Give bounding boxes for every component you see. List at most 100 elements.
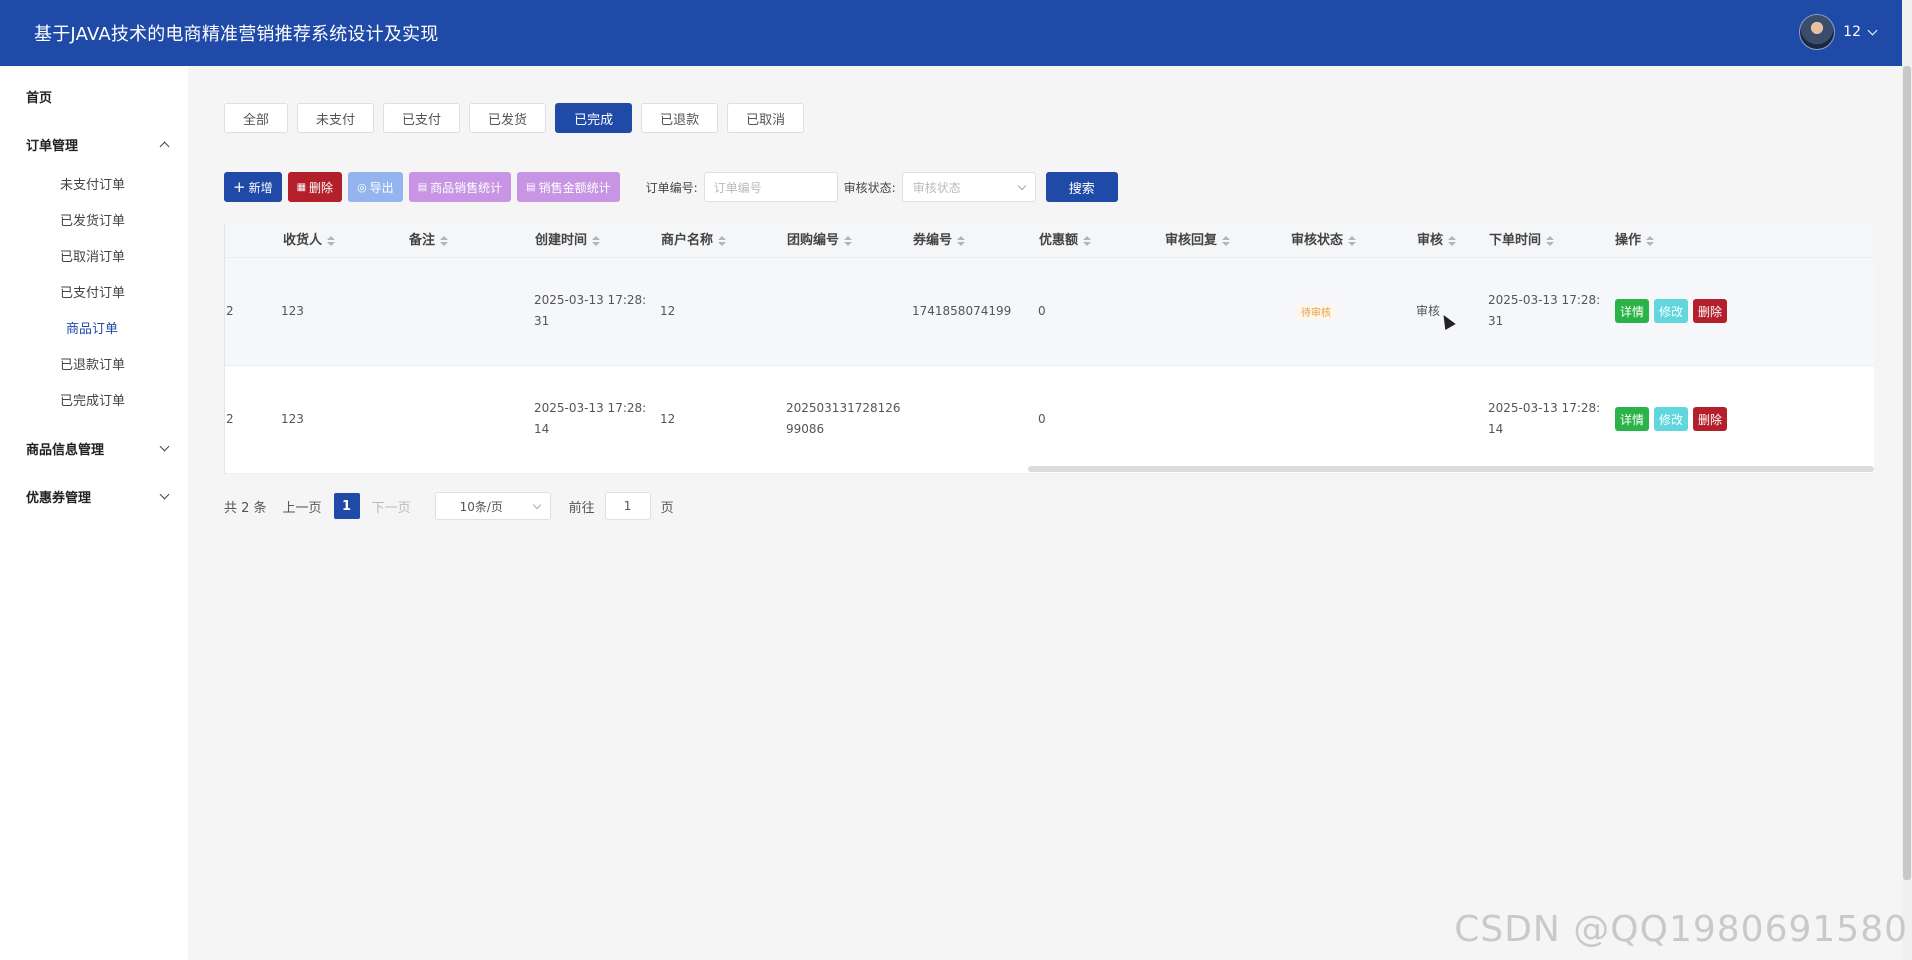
edit-button[interactable]: 修改 (1654, 407, 1689, 431)
row-actions: 详情 修改 删除 (1615, 407, 1728, 431)
order-no-input[interactable]: 订单编号 (703, 172, 838, 202)
chevron-down-icon (159, 489, 170, 499)
export-icon: ◎ (357, 180, 367, 194)
status-tabs: 全部 未支付 已支付 已发货 已完成 已退款 已取消 (224, 103, 805, 133)
sales-stats-label: 商品销售统计 (430, 180, 503, 195)
tab-paid[interactable]: 已支付 (383, 103, 461, 133)
column-header-coupon-no[interactable]: 券编号 (913, 224, 966, 258)
cell-order-time-line1: 2025-03-13 17:28: (1488, 293, 1601, 307)
chevron-down-icon (1017, 181, 1026, 190)
sidebar-item-cancelled-orders[interactable]: 已取消订单 (0, 240, 188, 276)
sidebar-item-label: 商品信息管理 (26, 442, 105, 458)
sort-icon[interactable] (592, 235, 601, 246)
sidebar-item-home[interactable]: 首页 (0, 72, 188, 120)
column-header-label: 审核回复 (1165, 233, 1218, 248)
sort-icon[interactable] (1083, 235, 1092, 246)
review-link[interactable]: 审核 (1416, 301, 1440, 322)
sort-icon[interactable] (844, 235, 853, 246)
tab-shipped[interactable]: 已发货 (469, 103, 547, 133)
goto-page-input[interactable]: 1 (604, 492, 651, 520)
cell-group-no: 202503131728126 99086 (786, 398, 901, 440)
cell-created-time: 2025-03-13 17:28: 31 (534, 290, 646, 332)
sort-icon[interactable] (957, 235, 966, 246)
tab-all[interactable]: 全部 (224, 103, 289, 133)
chevron-down-icon[interactable] (1867, 25, 1878, 35)
table-row[interactable]: 2 123 2025-03-13 17:28: 31 12 1741858074… (225, 258, 1874, 366)
column-header-discount[interactable]: 优惠额 (1039, 224, 1092, 258)
cell-created-time-line2: 31 (534, 314, 550, 328)
column-header-review-status[interactable]: 审核状态 (1291, 224, 1357, 258)
page-scrollbar[interactable] (1902, 0, 1912, 960)
page-number-current[interactable]: 1 (333, 493, 360, 519)
prev-page-button[interactable]: 上一页 (277, 493, 328, 519)
sort-icon[interactable] (1646, 235, 1655, 246)
sidebar-item-shipped-orders[interactable]: 已发货订单 (0, 204, 188, 240)
table-horizontal-scrollbar[interactable] (1028, 466, 1874, 472)
detail-button[interactable]: 详情 (1615, 299, 1650, 323)
sidebar-item-product-orders[interactable]: 商品订单 (0, 312, 188, 348)
column-header-group-no[interactable]: 团购编号 (787, 224, 853, 258)
edit-button[interactable]: 修改 (1654, 299, 1689, 323)
column-header-review-reply[interactable]: 审核回复 (1165, 224, 1231, 258)
column-header-order-time[interactable]: 下单时间 (1489, 224, 1555, 258)
page-unit-label: 页 (660, 500, 674, 516)
column-header-created-time[interactable]: 创建时间 (535, 224, 601, 258)
detail-button[interactable]: 详情 (1615, 407, 1650, 431)
column-header-review[interactable]: 审核 (1417, 224, 1457, 258)
sidebar-group-coupon-management[interactable]: 优惠券管理 (0, 472, 188, 520)
page-scrollbar-thumb[interactable] (1903, 66, 1911, 880)
cell-merchant: 12 (660, 304, 676, 318)
column-header-label: 审核 (1417, 233, 1444, 248)
page-size-select[interactable]: 10条/页 (434, 492, 551, 520)
delete-button[interactable]: ▦ 删除 (287, 172, 343, 202)
next-page-button[interactable]: 下一页 (366, 493, 417, 519)
cell-receiver: 123 (281, 412, 304, 426)
search-button[interactable]: 搜索 (1045, 172, 1118, 202)
review-status-select[interactable]: 审核状态 (901, 172, 1036, 202)
column-header-actions[interactable]: 操作 (1615, 224, 1655, 258)
sort-icon[interactable] (1546, 235, 1555, 246)
column-header-label: 审核状态 (1291, 233, 1344, 248)
column-header-label: 收货人 (283, 233, 323, 248)
sort-icon[interactable] (440, 235, 449, 246)
sort-icon[interactable] (1348, 235, 1357, 246)
cell-coupon-no: 1741858074199 (912, 304, 1012, 318)
sidebar-item-refunded-orders[interactable]: 已退款订单 (0, 348, 188, 384)
avatar[interactable] (1799, 14, 1836, 50)
column-header-remark[interactable]: 备注 (409, 224, 449, 258)
sort-icon[interactable] (718, 235, 727, 246)
column-header-receiver[interactable]: 收货人 (283, 224, 336, 258)
bar-chart-icon: ▤ (417, 181, 428, 193)
user-menu[interactable]: 12 (1799, 14, 1878, 50)
add-button[interactable]: + 新增 (224, 172, 282, 202)
sidebar-item-unpaid-orders[interactable]: 未支付订单 (0, 168, 188, 204)
column-header-label: 优惠额 (1039, 233, 1079, 248)
sidebar-group-order-management[interactable]: 订单管理 (0, 120, 188, 168)
sidebar-item-paid-orders[interactable]: 已支付订单 (0, 276, 188, 312)
bar-chart-icon: ▤ (526, 181, 536, 193)
export-button[interactable]: ◎ 导出 (348, 172, 403, 202)
sidebar-group-product-management[interactable]: 商品信息管理 (0, 424, 188, 472)
sidebar-item-label: 首页 (26, 90, 53, 106)
tab-cancelled[interactable]: 已取消 (727, 103, 805, 133)
cell-lead: 2 (226, 412, 234, 426)
review-status-placeholder: 审核状态 (912, 180, 961, 195)
sales-stats-button[interactable]: ▤ 商品销售统计 (408, 172, 512, 202)
sort-icon[interactable] (327, 235, 336, 246)
sidebar-item-completed-orders[interactable]: 已完成订单 (0, 384, 188, 420)
column-header-merchant[interactable]: 商户名称 (661, 224, 727, 258)
tab-unpaid[interactable]: 未支付 (297, 103, 375, 133)
tab-refunded[interactable]: 已退款 (641, 103, 719, 133)
sort-icon[interactable] (1222, 235, 1231, 246)
sort-icon[interactable] (1448, 235, 1457, 246)
amount-stats-button[interactable]: ▤ 销售金额统计 (517, 172, 620, 202)
tab-completed[interactable]: 已完成 (555, 103, 633, 133)
user-name[interactable]: 12 (1843, 24, 1861, 40)
review-status-label: 审核状态: (843, 180, 896, 195)
delete-row-button[interactable]: 删除 (1693, 299, 1728, 323)
cell-group-no-line1: 202503131728126 (786, 401, 901, 415)
total-count: 共 2 条 (224, 500, 267, 516)
delete-row-button[interactable]: 删除 (1693, 407, 1728, 431)
plus-icon: + (233, 178, 246, 196)
table-row[interactable]: 2 123 2025-03-13 17:28: 14 12 2025031317… (225, 366, 1874, 474)
